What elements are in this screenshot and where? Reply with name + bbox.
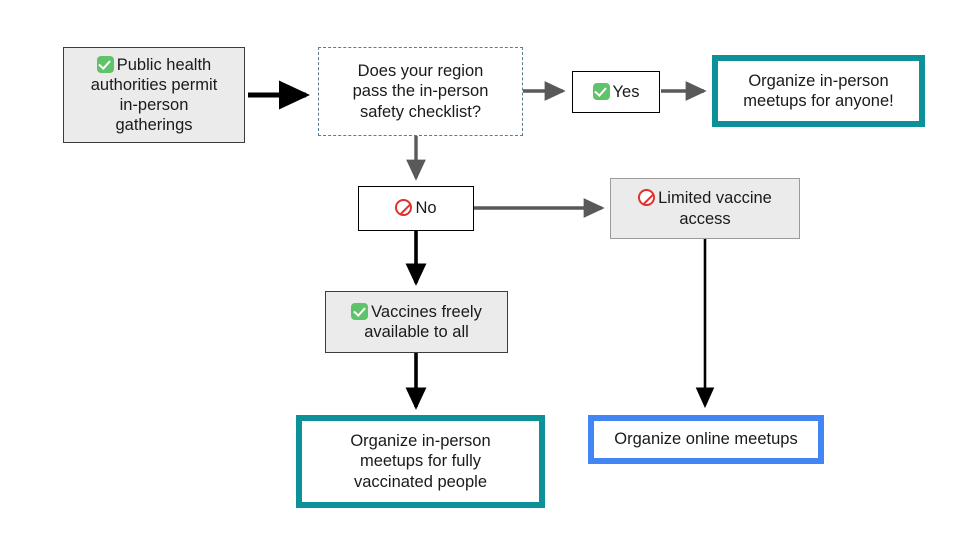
node-public-health[interactable]: Public health authorities permit in-pers…: [63, 47, 245, 143]
node-vaccines-available-label: Vaccines freely available to all: [364, 302, 482, 341]
node-no-label: No: [415, 199, 437, 218]
prohibited-icon: [638, 189, 656, 207]
prohibited-icon: [395, 199, 413, 217]
node-meetups-vaccinated-label: Organize in-person meetups for fully vac…: [350, 432, 491, 491]
node-safety-checklist-question[interactable]: Does your region pass the in-person safe…: [318, 47, 523, 136]
node-no-content: No: [389, 198, 442, 218]
node-yes-label: Yes: [612, 82, 640, 101]
white-check-mark-icon: [351, 302, 369, 320]
node-meetups-anyone[interactable]: Organize in-person meetups for anyone!: [712, 55, 925, 127]
node-limited-vaccine-access[interactable]: Limited vaccine access: [610, 178, 800, 239]
node-online-meetups-label: Organize online meetups: [614, 430, 798, 449]
node-no[interactable]: No: [358, 186, 474, 231]
node-public-health-content: Public health authorities permit in-pers…: [85, 55, 224, 136]
node-meetups-anyone-label: Organize in-person meetups for anyone!: [743, 71, 894, 110]
white-check-mark-icon: [96, 55, 114, 73]
flowchart-canvas: Public health authorities permit in-pers…: [0, 0, 960, 540]
node-vaccines-available[interactable]: Vaccines freely available to all: [325, 291, 508, 353]
node-yes-content: Yes: [587, 82, 646, 102]
node-online-meetups[interactable]: Organize online meetups: [588, 415, 824, 464]
node-meetups-vaccinated[interactable]: Organize in-person meetups for fully vac…: [296, 415, 545, 508]
node-yes[interactable]: Yes: [572, 71, 660, 113]
node-safety-checklist-question-label: Does your region pass the in-person safe…: [352, 62, 489, 121]
white-check-mark-icon: [592, 82, 610, 100]
node-vaccines-available-content: Vaccines freely available to all: [345, 302, 488, 342]
node-limited-vaccine-access-label: Limited vaccine access: [658, 189, 772, 228]
node-limited-vaccine-access-content: Limited vaccine access: [632, 188, 778, 228]
